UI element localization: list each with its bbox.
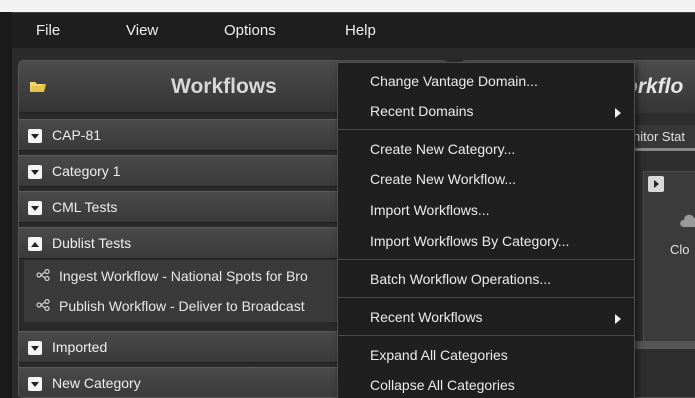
folder-icon (30, 82, 46, 92)
expand-toggle-icon[interactable] (28, 237, 42, 251)
cloud-action-label: Clo (670, 242, 690, 257)
category-label: CAP-81 (52, 127, 102, 143)
menu-separator (338, 129, 634, 130)
play-icon[interactable] (648, 176, 664, 192)
menu-item-label: Batch Workflow Operations... (370, 271, 552, 287)
collapse-toggle-icon[interactable] (28, 341, 42, 355)
menu-item-expand-all-categories[interactable]: Expand All Categories (338, 341, 634, 371)
tab-label: nitor Stat (633, 129, 686, 144)
menu-item-recent-domains[interactable]: Recent Domains (338, 97, 634, 127)
menu-file[interactable]: File (36, 22, 60, 39)
menu-view[interactable]: View (126, 22, 158, 39)
menu-item-label: Create New Workflow... (370, 171, 517, 187)
menu-separator (338, 297, 634, 298)
menu-item-label: Recent Workflows (370, 309, 483, 325)
submenu-arrow-icon (615, 314, 621, 324)
menu-item-recent-workflows[interactable]: Recent Workflows (338, 303, 634, 333)
workflow-icon (36, 299, 50, 311)
collapse-toggle-icon[interactable] (28, 129, 42, 143)
menu-item-label: Collapse All Categories (370, 377, 515, 393)
menu-item-import-workflows[interactable]: Import Workflows... (338, 196, 634, 226)
collapse-toggle-icon[interactable] (28, 165, 42, 179)
menu-help[interactable]: Help (345, 22, 376, 39)
category-label: Imported (52, 339, 108, 355)
category-label: Dublist Tests (52, 235, 132, 251)
menu-item-create-new-workflow[interactable]: Create New Workflow... (338, 165, 634, 195)
menu-item-collapse-all-categories[interactable]: Collapse All Categories (338, 371, 634, 398)
context-menu: Change Vantage Domain... Recent Domains … (337, 62, 635, 398)
collapse-toggle-icon[interactable] (28, 201, 42, 215)
scrollbar[interactable] (631, 341, 695, 349)
menu-item-create-new-category[interactable]: Create New Category... (338, 135, 634, 165)
workflows-panel-title: Workflows (171, 75, 277, 98)
category-label: CML Tests (52, 199, 118, 215)
menu-item-import-workflows-by-category[interactable]: Import Workflows By Category... (338, 227, 634, 257)
menu-item-label: Recent Domains (370, 103, 474, 119)
cloud-icon (680, 214, 695, 227)
menu-item-label: Expand All Categories (370, 347, 508, 363)
collapse-toggle-icon[interactable] (28, 377, 42, 391)
menu-separator (338, 335, 634, 336)
menu-options[interactable]: Options (224, 22, 276, 39)
category-label: New Category (52, 375, 141, 391)
menu-item-label: Import Workflows... (370, 202, 490, 218)
menu-item-change-vantage-domain[interactable]: Change Vantage Domain... (338, 67, 634, 97)
category-label: Category 1 (52, 163, 121, 179)
submenu-arrow-icon (615, 108, 621, 118)
menu-item-label: Create New Category... (370, 141, 516, 157)
menu-item-batch-workflow-operations[interactable]: Batch Workflow Operations... (338, 265, 634, 295)
workflow-icon (36, 269, 50, 281)
menu-item-label: Change Vantage Domain... (370, 73, 538, 89)
window-top-strip (0, 0, 695, 12)
menu-separator (338, 259, 634, 260)
menu-bar: File View Options Help (12, 12, 695, 48)
menu-item-label: Import Workflows By Category... (370, 233, 570, 249)
designer-canvas[interactable]: Clo (643, 171, 695, 343)
